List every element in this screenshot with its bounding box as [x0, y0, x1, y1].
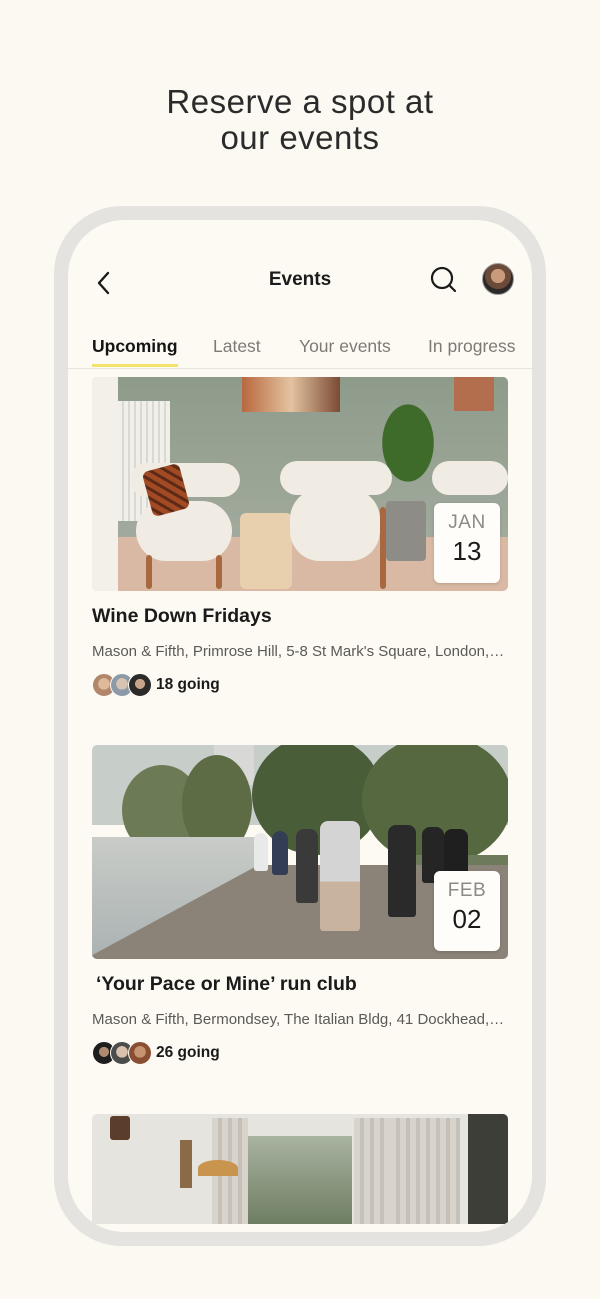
marketing-headline: Reserve a spot at our events [0, 84, 600, 156]
event-address: Mason & Fifth, Bermondsey, The Italian B… [92, 1011, 508, 1028]
event-day: 13 [452, 536, 482, 566]
search-icon [430, 266, 457, 293]
event-address: Mason & Fifth, Primrose Hill, 5-8 St Mar… [92, 643, 508, 660]
tab-in-progress[interactable]: In progress [428, 336, 516, 357]
page-title: Events [268, 269, 332, 290]
tab-bar: Upcoming Latest Your events In progress [68, 332, 532, 369]
tab-latest[interactable]: Latest [213, 336, 261, 357]
going-count: 26 going [156, 1044, 220, 1061]
event-day: 02 [452, 904, 482, 934]
event-title: ‘Your Pace or Mine’ run club [96, 973, 357, 995]
event-title: Wine Down Fridays [92, 605, 272, 627]
active-tab-indicator [92, 364, 178, 367]
tab-upcoming[interactable]: Upcoming [92, 336, 178, 357]
date-badge: FEB 02 [434, 871, 500, 951]
search-button[interactable] [428, 264, 460, 296]
phone-frame: Events Upcoming Latest Your events In pr… [54, 206, 546, 1246]
event-image: FEB 02 [92, 745, 508, 959]
going-count: 18 going [156, 676, 220, 693]
headline-line-1: Reserve a spot at [166, 83, 434, 120]
app-screen: Events Upcoming Latest Your events In pr… [68, 220, 532, 1232]
event-image: JAN 13 [92, 377, 508, 591]
profile-avatar-button[interactable] [482, 263, 514, 295]
top-bar: Events [68, 220, 532, 350]
attendee-avatar [128, 1041, 152, 1065]
date-badge: JAN 13 [434, 503, 500, 583]
tab-your-events[interactable]: Your events [299, 336, 391, 357]
event-image [92, 1114, 508, 1224]
attendee-avatar [128, 673, 152, 697]
headline-line-2: our events [220, 119, 380, 156]
event-month: JAN [448, 512, 486, 533]
event-month: FEB [447, 880, 487, 901]
